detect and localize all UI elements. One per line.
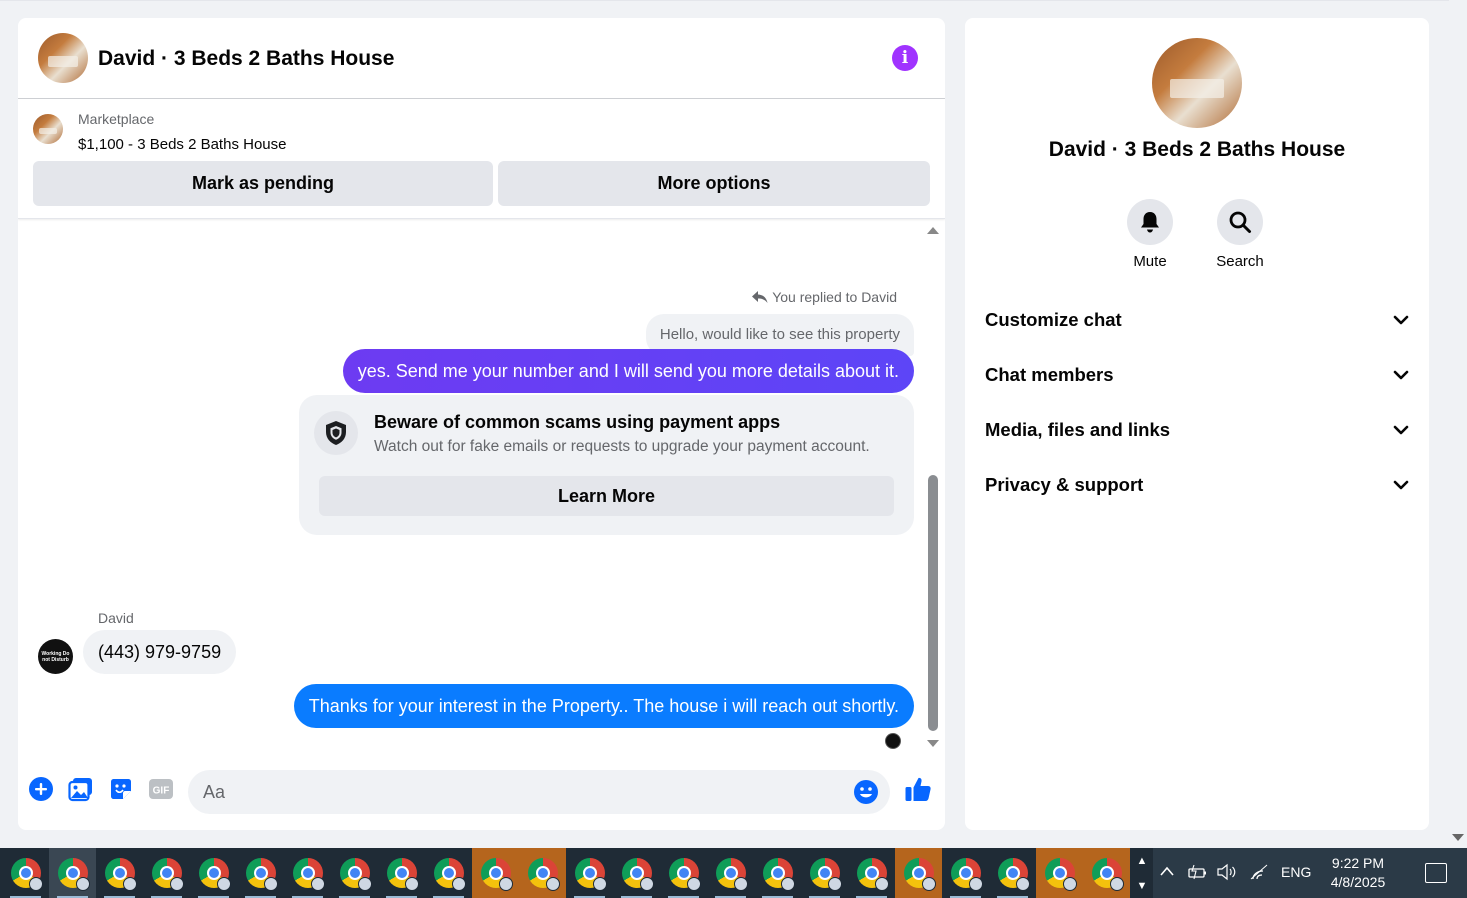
chat-title[interactable]: David · 3 Beds 2 Baths House — [98, 47, 394, 71]
chevron-up-icon[interactable]: ▲ — [1137, 855, 1148, 867]
taskbar-scroll[interactable]: ▲ ▼ — [1132, 848, 1152, 898]
taskbar-chrome-window[interactable] — [754, 848, 801, 898]
mute-action[interactable]: Mute — [1115, 199, 1185, 270]
taskbar-chrome-window[interactable] — [143, 848, 190, 898]
scroll-down-arrow[interactable] — [927, 740, 939, 747]
sidebar-avatar[interactable] — [1152, 38, 1242, 128]
scam-warning-text: Watch out for fake emails or requests to… — [374, 438, 870, 455]
scroll-up-arrow[interactable] — [927, 227, 939, 234]
chat-avatar[interactable] — [38, 33, 88, 83]
learn-more-button[interactable]: Learn More — [319, 476, 894, 516]
taskbar-chrome-window[interactable] — [190, 848, 237, 898]
taskbar-chrome-window[interactable] — [2, 848, 49, 898]
received-message[interactable]: (443) 979-9759 — [83, 630, 237, 674]
taskbar-chrome-window[interactable] — [1036, 848, 1083, 898]
sent-message-latest[interactable]: Thanks for your interest in the Property… — [293, 684, 914, 728]
taskbar-chrome-window[interactable] — [284, 848, 331, 898]
taskbar-chrome-window[interactable] — [237, 848, 284, 898]
taskbar-chrome-window[interactable] — [519, 848, 566, 898]
emoji-icon[interactable] — [853, 779, 879, 805]
page-scroll-down-arrow[interactable] — [1452, 834, 1464, 841]
clock-time: 9:22 PM — [1331, 855, 1385, 871]
replied-label: You replied to David — [772, 289, 897, 305]
taskbar-chrome-window[interactable] — [801, 848, 848, 898]
mute-label: Mute — [1133, 253, 1167, 270]
chat-header: David · 3 Beds 2 Baths House i — [18, 18, 945, 99]
section-privacy-support[interactable]: Privacy & support — [985, 465, 1409, 505]
taskbar-chrome-window[interactable] — [613, 848, 660, 898]
svg-text:GIF: GIF — [153, 786, 170, 797]
taskbar-chrome-window[interactable] — [848, 848, 895, 898]
search-label: Search — [1216, 253, 1264, 270]
taskbar-chrome-window[interactable] — [942, 848, 989, 898]
section-chat-members[interactable]: Chat members — [985, 355, 1409, 395]
language-indicator[interactable]: ENG — [1281, 864, 1311, 880]
taskbar-chrome-window[interactable] — [707, 848, 754, 898]
taskbar-chrome-window[interactable] — [378, 848, 425, 898]
windows-taskbar: ▲ ▼ ENG 9:22 PM 4/8/2025 — [0, 848, 1467, 898]
taskbar-chrome-window[interactable] — [989, 848, 1036, 898]
clock-date: 4/8/2025 — [1330, 874, 1386, 890]
listing-name[interactable]: $1,100 - 3 Beds 2 Baths House — [78, 136, 286, 153]
sender-name: David — [98, 610, 134, 626]
sent-message[interactable]: yes. Send me your number and I will send… — [342, 349, 914, 393]
taskbar-chrome-window[interactable] — [331, 848, 378, 898]
chevron-down-icon — [1393, 370, 1409, 380]
mark-as-pending-button[interactable]: Mark as pending — [33, 161, 493, 206]
search-action[interactable]: Search — [1205, 199, 1275, 270]
taskbar-chrome-window[interactable] — [895, 848, 942, 898]
more-options-button[interactable]: More options — [498, 161, 930, 206]
reply-icon — [752, 291, 768, 303]
listing-thumbnail[interactable] — [33, 114, 63, 144]
notification-center-icon[interactable] — [1425, 863, 1447, 883]
scam-warning-card: Beware of common scams using payment app… — [299, 395, 914, 535]
sidebar-title: David · 3 Beds 2 Baths House — [1048, 138, 1346, 161]
chevron-down-icon[interactable]: ▼ — [1137, 880, 1148, 892]
thumbs-up-icon[interactable] — [903, 774, 933, 804]
section-label: Chat members — [985, 364, 1114, 385]
taskbar-chrome-window[interactable] — [1083, 848, 1130, 898]
section-customize-chat[interactable]: Customize chat — [985, 300, 1409, 340]
chevron-down-icon — [1393, 315, 1409, 325]
taskbar-chrome-window[interactable] — [425, 848, 472, 898]
scam-warning-title: Beware of common scams using payment app… — [374, 412, 781, 432]
section-label: Customize chat — [985, 309, 1122, 330]
message-input[interactable] — [203, 770, 843, 814]
photo-icon[interactable] — [68, 776, 94, 802]
plus-circle-icon[interactable] — [28, 776, 54, 802]
chevron-down-icon — [1393, 425, 1409, 435]
wifi-icon[interactable] — [1249, 863, 1269, 881]
shield-icon — [314, 411, 358, 455]
section-label: Privacy & support — [985, 474, 1144, 495]
sender-avatar[interactable]: Working Do not Disturb — [38, 639, 73, 674]
scrollbar-thumb[interactable] — [928, 475, 938, 731]
message-input-box — [188, 770, 890, 814]
taskbar-chrome-window[interactable] — [566, 848, 613, 898]
message-composer: GIF — [18, 764, 945, 824]
volume-icon[interactable] — [1216, 863, 1238, 881]
chat-info-sidebar: David · 3 Beds 2 Baths House Mute Search… — [965, 18, 1429, 830]
taskbar-chrome-window[interactable] — [49, 848, 96, 898]
search-icon[interactable] — [1217, 199, 1263, 245]
clock[interactable]: 9:22 PM 4/8/2025 — [1321, 854, 1395, 892]
taskbar-chrome-window[interactable] — [660, 848, 707, 898]
reply-indicator: You replied to David — [752, 289, 897, 305]
taskbar-chrome-window[interactable] — [472, 848, 519, 898]
battery-icon[interactable] — [1186, 863, 1208, 881]
listing-source: Marketplace — [78, 111, 155, 127]
section-label: Media, files and links — [985, 419, 1171, 440]
seen-indicator-avatar — [885, 733, 901, 749]
show-hidden-icons-icon[interactable] — [1159, 865, 1175, 877]
sticker-icon[interactable] — [108, 776, 134, 802]
chat-panel: David · 3 Beds 2 Baths House i Marketpla… — [18, 18, 945, 830]
gif-icon[interactable]: GIF — [148, 776, 174, 802]
info-icon[interactable]: i — [892, 45, 918, 71]
taskbar-chrome-window[interactable] — [96, 848, 143, 898]
chevron-down-icon — [1393, 480, 1409, 490]
bell-icon[interactable] — [1127, 199, 1173, 245]
section-media-files-links[interactable]: Media, files and links — [985, 410, 1409, 450]
top-divider — [0, 0, 1449, 1]
marketplace-listing: Marketplace $1,100 - 3 Beds 2 Baths Hous… — [18, 99, 945, 219]
system-tray: ENG 9:22 PM 4/8/2025 — [1153, 848, 1467, 898]
